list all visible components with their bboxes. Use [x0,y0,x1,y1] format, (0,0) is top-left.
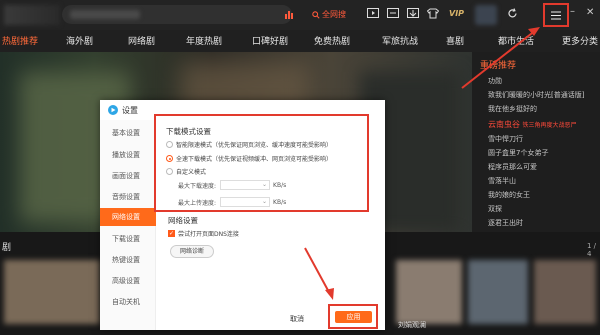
section-label: 剧 [2,243,12,253]
max-upload-row: 最大上传速度: ⌄ KB/s [178,197,286,207]
sidebar-item[interactable]: 热键设置 [100,251,156,269]
recommend-title: 重磅推荐 [480,61,517,71]
nav-item[interactable]: 热剧推荐 [2,34,38,47]
radio-button-selected[interactable] [166,155,173,162]
chevron-down-icon: ⌄ [262,181,268,188]
upload-icon[interactable] [406,8,420,20]
highlight-title: 云南虫谷 [488,120,520,129]
smart-limit-option[interactable]: 智能限速模式（优先保证网页浏览、缓冲速度可能受影响） [166,140,332,149]
option-label: 智能限速模式（优先保证网页浏览、缓冲速度可能受影响） [176,142,333,149]
radio-button[interactable] [166,168,173,175]
list-item[interactable]: 雪中悍刀行 [488,134,523,144]
option-label: 全速下载模式（优先保证视频缓冲、网页浏览可能受影响） [176,156,333,163]
max-upload-select[interactable]: ⌄ [220,197,271,207]
max-download-label: 最大下载速度: [178,182,217,190]
sidebar-item[interactable]: 基本设置 [100,124,156,142]
list-item[interactable]: 我的娘的女王 [488,190,530,200]
custom-mode-option[interactable]: 自定义模式 [166,167,206,176]
video-thumbnail[interactable] [534,260,596,324]
max-download-row: 最大下载速度: ⌄ KB/s [178,180,286,190]
chevron-down-icon: ⌄ [262,198,268,205]
sidebar-item[interactable]: 下载设置 [100,230,156,248]
screen-icon[interactable] [366,8,380,20]
chart-icon[interactable] [284,9,294,22]
network-settings-title: 网络设置 [168,216,198,225]
top-bar: 全网搜 VIP – ✕ [0,0,600,30]
list-item[interactable]: 我在他乡挺好的 [488,104,537,114]
download-mode-title: 下载模式设置 [166,127,211,136]
list-item[interactable]: 致我们暖暖的小时光[普通话版] [488,90,584,100]
menu-icon [551,11,561,19]
page-indicator: 1 / 4 [587,242,597,258]
checkbox-checked[interactable]: ✓ [168,230,175,237]
full-speed-option[interactable]: 全速下载模式（优先保证视频缓冲、网页浏览可能受影响） [166,154,332,163]
search-icon [312,10,320,19]
checkbox-label: 尝试打开页面DNS连接 [178,231,239,238]
video-thumbnail[interactable] [4,260,100,324]
radio-button[interactable] [166,141,173,148]
sidebar-item[interactable]: 播放设置 [100,146,156,164]
nav-item[interactable]: 网络剧 [128,34,155,47]
nav-item[interactable]: 军旅抗战 [382,34,418,47]
list-item-highlight[interactable]: 云南虫谷 铁三角再度大战恶尸 [488,119,577,130]
list-item[interactable]: 程序员那么可爱 [488,162,537,172]
search-button[interactable]: 全网搜 [312,5,354,24]
main-menu-button[interactable] [543,3,569,27]
category-nav: 热剧推荐 海外剧 网络剧 年度热剧 口碑好剧 免费热剧 军旅抗战 喜剧 都市生活… [0,30,600,52]
minimize-icon[interactable]: – [570,6,575,17]
cancel-button[interactable]: 取消 [290,314,304,324]
app-logo [4,5,60,25]
dialog-title: 设置 [122,106,138,115]
sidebar-item-network[interactable]: 网络设置 [100,208,156,226]
video-thumbnail[interactable] [396,260,462,324]
unit-label: KB/s [273,181,287,189]
list-item[interactable]: 功勋 [488,76,502,86]
nav-item[interactable]: 海外剧 [66,34,93,47]
list-item[interactable]: 逐君王出时 [488,218,523,228]
sidebar-item[interactable]: 音频设置 [100,188,156,206]
refresh-icon[interactable] [505,8,519,20]
nav-item[interactable]: 年度热剧 [186,34,222,47]
unit-label: KB/s [273,198,287,206]
sidebar-item[interactable]: 画面设置 [100,167,156,185]
apply-button[interactable]: 应用 [335,311,372,323]
vip-label[interactable]: VIP [449,9,464,18]
list-item[interactable]: 圆子盒里7个女弟子 [488,148,548,158]
network-diagnose-button[interactable]: 网络诊断 [170,245,214,258]
close-icon[interactable]: ✕ [586,7,594,18]
avatar[interactable] [475,5,497,25]
search-placeholder [70,10,140,19]
dns-option[interactable]: ✓ 尝试打开页面DNS连接 [168,229,239,238]
nav-item[interactable]: 都市生活 [498,34,534,47]
search-input[interactable]: 全网搜 [62,5,346,24]
list-item[interactable]: 雪落半山 [488,176,516,186]
max-upload-label: 最大上传速度: [178,199,217,207]
nav-item[interactable]: 喜剧 [446,34,464,47]
sidebar-item[interactable]: 自动关机 [100,293,156,311]
app-logo-icon [108,105,118,115]
option-label: 自定义模式 [176,169,207,176]
sidebar-item[interactable]: 高级设置 [100,272,156,290]
search-button-label: 全网搜 [322,10,346,19]
nav-item[interactable]: 免费热剧 [314,34,350,47]
nav-item[interactable]: 更多分类 [562,34,598,47]
max-download-select[interactable]: ⌄ [220,180,271,190]
apply-highlight: 应用 [328,304,378,329]
recommend-panel: 重磅推荐 功勋 致我们暖暖的小时光[普通话版] 我在他乡挺好的 云南虫谷 铁三角… [472,52,600,240]
video-thumbnail[interactable] [468,260,528,324]
skin-icon[interactable] [426,8,440,20]
video-caption[interactable]: 刘娟观澜 [398,320,426,330]
highlight-sub: 铁三角再度大战恶尸 [522,122,577,129]
record-icon[interactable] [386,8,400,20]
nav-item[interactable]: 口碑好剧 [252,34,288,47]
list-item[interactable]: 双探 [488,204,502,214]
settings-sidebar: 基本设置 播放设置 画面设置 音频设置 网络设置 下载设置 热键设置 高级设置 … [100,120,156,330]
